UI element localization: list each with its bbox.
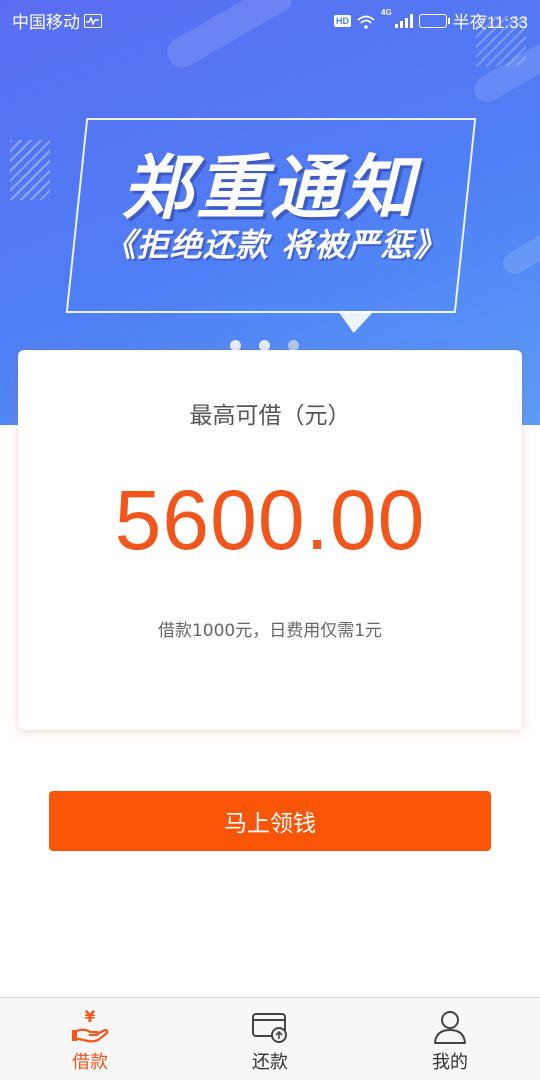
tab-label: 借款 <box>72 1052 108 1073</box>
tab-borrow[interactable]: ¥ 借款 <box>0 998 180 1080</box>
tab-label: 我的 <box>432 1052 468 1073</box>
network-type: 4G <box>381 8 392 17</box>
max-borrow-label: 最高可借（元） <box>189 403 351 429</box>
wifi-icon <box>357 14 375 29</box>
person-icon <box>430 1006 470 1046</box>
banner-stripes <box>10 140 50 200</box>
banner-subtitle: 《拒绝还款 将被严惩》 <box>103 226 447 264</box>
tab-mine[interactable]: 我的 <box>360 998 540 1080</box>
activity-icon <box>84 13 102 28</box>
banner-title: 郑重通知 <box>122 147 418 229</box>
tab-repay[interactable]: 还款 <box>180 998 360 1080</box>
yen-hand-icon: ¥ <box>70 1006 110 1046</box>
card-repay-icon <box>250 1006 290 1046</box>
clock: 半夜11:33 <box>452 13 528 32</box>
bottom-tab-bar: ¥ 借款 还款 我的 <box>0 997 540 1080</box>
loan-card: 最高可借（元） 5600.00 借款1000元，日费用仅需1元 <box>18 350 522 730</box>
tab-label: 还款 <box>252 1052 288 1073</box>
svg-text:¥: ¥ <box>84 1007 95 1026</box>
max-borrow-amount: 5600.00 <box>114 473 426 567</box>
get-money-button[interactable]: 马上领钱 <box>49 791 491 851</box>
status-bar: 中国移动 HD 4G 半夜11:33 <box>0 0 540 36</box>
fee-description: 借款1000元，日费用仅需1元 <box>157 621 383 641</box>
signal-icon <box>394 13 413 28</box>
hd-icon: HD <box>334 14 352 27</box>
banner-decoration <box>499 223 540 279</box>
battery-icon <box>418 13 450 28</box>
carrier-name: 中国移动 <box>12 13 80 32</box>
